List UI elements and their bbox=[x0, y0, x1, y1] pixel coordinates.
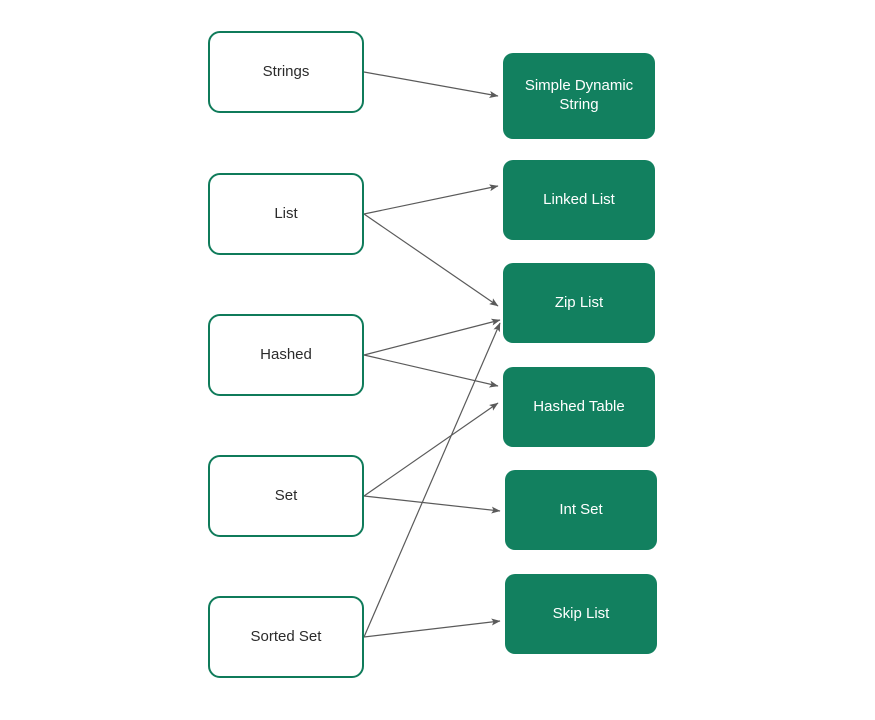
edge-hashed-hashed_table bbox=[363, 354, 499, 388]
edge-list-zip_list bbox=[363, 213, 499, 307]
node-label: Set bbox=[274, 486, 298, 504]
target-node-sds[interactable]: Simple Dynamic String bbox=[503, 53, 655, 139]
edge-set-int_set bbox=[363, 495, 501, 514]
node-label: Hashed Table bbox=[533, 397, 625, 415]
diagram-canvas: Strings List Hashed Set Sorted Set Simple Dyn… bbox=[0, 0, 875, 720]
node-label: Hashed bbox=[260, 345, 312, 363]
node-label: Linked List bbox=[543, 190, 615, 208]
node-label: Skip List bbox=[552, 604, 610, 622]
source-node-hashed[interactable]: Hashed bbox=[208, 314, 364, 396]
edge-sortedset-zip_list bbox=[363, 322, 501, 638]
connector-arrows bbox=[363, 71, 501, 638]
node-label: Int Set bbox=[559, 500, 603, 518]
source-node-set[interactable]: Set bbox=[208, 455, 364, 537]
edge-layer bbox=[363, 71, 501, 638]
target-node-linked_list[interactable]: Linked List bbox=[503, 160, 655, 240]
target-node-int_set[interactable]: Int Set bbox=[505, 470, 657, 550]
target-node-skip_list[interactable]: Skip List bbox=[505, 574, 657, 654]
edge-strings-sds bbox=[363, 71, 499, 98]
node-label: Zip List bbox=[554, 293, 604, 311]
source-node-sorted_set[interactable]: Sorted Set bbox=[208, 596, 364, 678]
edge-list-linked_list bbox=[363, 184, 499, 215]
node-label: Simple Dynamic String bbox=[524, 77, 634, 113]
source-node-strings[interactable]: Strings bbox=[208, 31, 364, 113]
node-label: List bbox=[274, 204, 298, 222]
node-label: Strings bbox=[262, 62, 310, 80]
edge-sortedset-skip_list bbox=[363, 618, 501, 638]
edge-hashed-zip_list bbox=[363, 318, 501, 356]
target-node-hashed_table[interactable]: Hashed Table bbox=[503, 367, 655, 447]
node-label: Sorted Set bbox=[250, 627, 322, 645]
edge-set-hashed_table bbox=[363, 402, 499, 497]
source-node-list[interactable]: List bbox=[208, 173, 364, 255]
target-node-zip_list[interactable]: Zip List bbox=[503, 263, 655, 343]
